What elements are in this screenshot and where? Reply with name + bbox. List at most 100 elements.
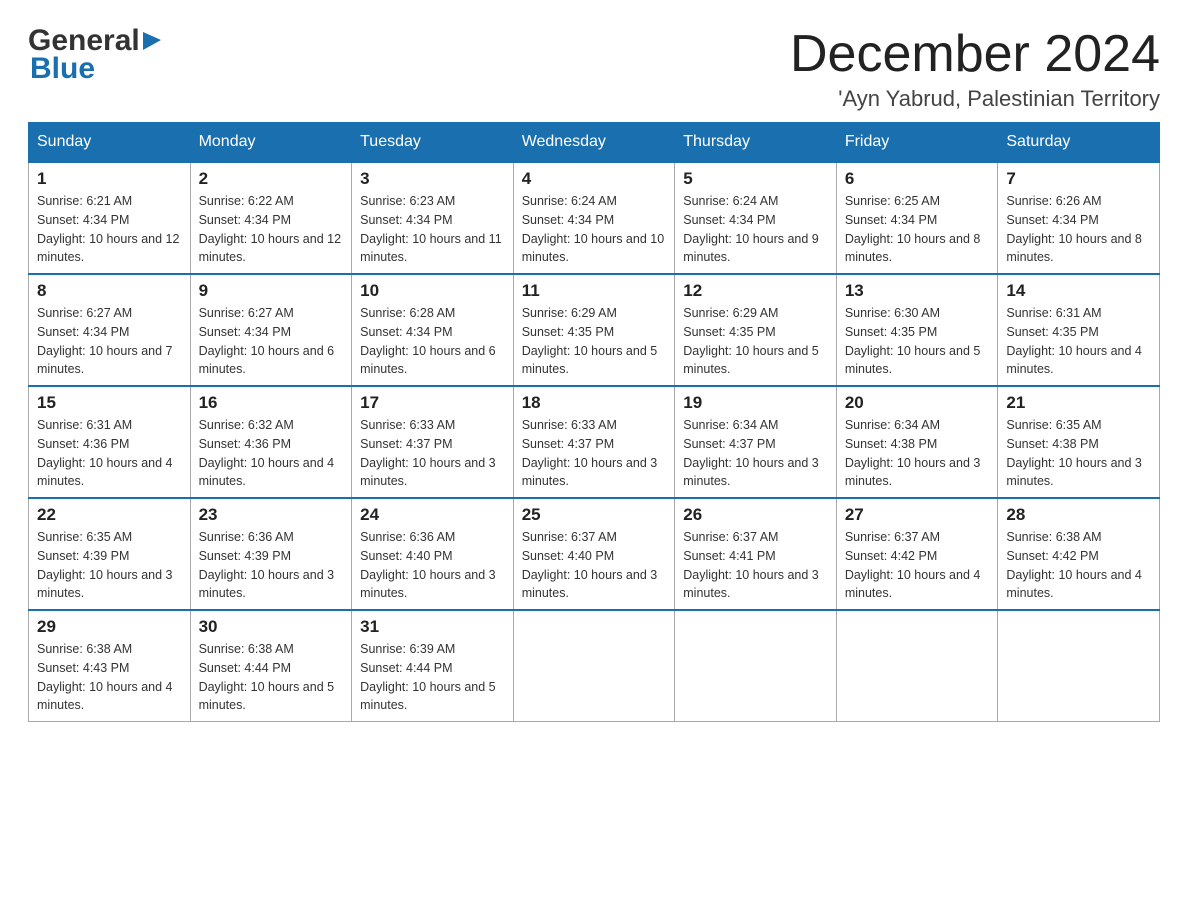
calendar-cell: 23 Sunrise: 6:36 AMSunset: 4:39 PMDaylig… (190, 498, 352, 610)
calendar-cell: 31 Sunrise: 6:39 AMSunset: 4:44 PMDaylig… (352, 610, 514, 722)
day-number: 8 (37, 281, 182, 301)
calendar-cell (675, 610, 837, 722)
calendar-cell: 7 Sunrise: 6:26 AMSunset: 4:34 PMDayligh… (998, 162, 1160, 274)
col-saturday: Saturday (998, 123, 1160, 163)
calendar-cell: 24 Sunrise: 6:36 AMSunset: 4:40 PMDaylig… (352, 498, 514, 610)
day-info: Sunrise: 6:36 AMSunset: 4:39 PMDaylight:… (199, 530, 335, 600)
calendar-cell: 4 Sunrise: 6:24 AMSunset: 4:34 PMDayligh… (513, 162, 675, 274)
day-info: Sunrise: 6:35 AMSunset: 4:38 PMDaylight:… (1006, 418, 1142, 488)
logo: General Blue (28, 24, 165, 86)
calendar-cell (836, 610, 998, 722)
day-number: 27 (845, 505, 990, 525)
day-info: Sunrise: 6:21 AMSunset: 4:34 PMDaylight:… (37, 194, 179, 264)
calendar-cell: 1 Sunrise: 6:21 AMSunset: 4:34 PMDayligh… (29, 162, 191, 274)
col-wednesday: Wednesday (513, 123, 675, 163)
calendar-cell: 20 Sunrise: 6:34 AMSunset: 4:38 PMDaylig… (836, 386, 998, 498)
calendar-cell: 17 Sunrise: 6:33 AMSunset: 4:37 PMDaylig… (352, 386, 514, 498)
title-section: December 2024 'Ayn Yabrud, Palestinian T… (790, 24, 1160, 112)
day-number: 31 (360, 617, 505, 637)
day-info: Sunrise: 6:34 AMSunset: 4:38 PMDaylight:… (845, 418, 981, 488)
calendar-cell: 6 Sunrise: 6:25 AMSunset: 4:34 PMDayligh… (836, 162, 998, 274)
day-info: Sunrise: 6:38 AMSunset: 4:44 PMDaylight:… (199, 642, 335, 712)
day-number: 2 (199, 169, 344, 189)
day-info: Sunrise: 6:24 AMSunset: 4:34 PMDaylight:… (683, 194, 819, 264)
day-info: Sunrise: 6:38 AMSunset: 4:43 PMDaylight:… (37, 642, 173, 712)
calendar-cell: 10 Sunrise: 6:28 AMSunset: 4:34 PMDaylig… (352, 274, 514, 386)
day-info: Sunrise: 6:38 AMSunset: 4:42 PMDaylight:… (1006, 530, 1142, 600)
week-row-1: 1 Sunrise: 6:21 AMSunset: 4:34 PMDayligh… (29, 162, 1160, 274)
col-thursday: Thursday (675, 123, 837, 163)
col-sunday: Sunday (29, 123, 191, 163)
day-info: Sunrise: 6:30 AMSunset: 4:35 PMDaylight:… (845, 306, 981, 376)
calendar-cell: 21 Sunrise: 6:35 AMSunset: 4:38 PMDaylig… (998, 386, 1160, 498)
day-info: Sunrise: 6:35 AMSunset: 4:39 PMDaylight:… (37, 530, 173, 600)
col-friday: Friday (836, 123, 998, 163)
calendar-cell: 12 Sunrise: 6:29 AMSunset: 4:35 PMDaylig… (675, 274, 837, 386)
calendar-cell: 22 Sunrise: 6:35 AMSunset: 4:39 PMDaylig… (29, 498, 191, 610)
calendar-cell: 14 Sunrise: 6:31 AMSunset: 4:35 PMDaylig… (998, 274, 1160, 386)
day-info: Sunrise: 6:33 AMSunset: 4:37 PMDaylight:… (360, 418, 496, 488)
day-number: 19 (683, 393, 828, 413)
day-number: 26 (683, 505, 828, 525)
calendar-cell: 8 Sunrise: 6:27 AMSunset: 4:34 PMDayligh… (29, 274, 191, 386)
calendar-cell: 18 Sunrise: 6:33 AMSunset: 4:37 PMDaylig… (513, 386, 675, 498)
col-tuesday: Tuesday (352, 123, 514, 163)
week-row-2: 8 Sunrise: 6:27 AMSunset: 4:34 PMDayligh… (29, 274, 1160, 386)
day-info: Sunrise: 6:37 AMSunset: 4:40 PMDaylight:… (522, 530, 658, 600)
calendar-cell: 26 Sunrise: 6:37 AMSunset: 4:41 PMDaylig… (675, 498, 837, 610)
day-info: Sunrise: 6:39 AMSunset: 4:44 PMDaylight:… (360, 642, 496, 712)
day-info: Sunrise: 6:32 AMSunset: 4:36 PMDaylight:… (199, 418, 335, 488)
week-row-5: 29 Sunrise: 6:38 AMSunset: 4:43 PMDaylig… (29, 610, 1160, 722)
day-info: Sunrise: 6:31 AMSunset: 4:35 PMDaylight:… (1006, 306, 1142, 376)
day-number: 10 (360, 281, 505, 301)
day-number: 12 (683, 281, 828, 301)
calendar-cell: 29 Sunrise: 6:38 AMSunset: 4:43 PMDaylig… (29, 610, 191, 722)
day-info: Sunrise: 6:34 AMSunset: 4:37 PMDaylight:… (683, 418, 819, 488)
calendar-cell: 9 Sunrise: 6:27 AMSunset: 4:34 PMDayligh… (190, 274, 352, 386)
calendar-cell: 28 Sunrise: 6:38 AMSunset: 4:42 PMDaylig… (998, 498, 1160, 610)
calendar-cell: 15 Sunrise: 6:31 AMSunset: 4:36 PMDaylig… (29, 386, 191, 498)
day-number: 24 (360, 505, 505, 525)
calendar-cell: 16 Sunrise: 6:32 AMSunset: 4:36 PMDaylig… (190, 386, 352, 498)
day-info: Sunrise: 6:27 AMSunset: 4:34 PMDaylight:… (37, 306, 173, 376)
day-info: Sunrise: 6:27 AMSunset: 4:34 PMDaylight:… (199, 306, 335, 376)
day-number: 29 (37, 617, 182, 637)
day-info: Sunrise: 6:29 AMSunset: 4:35 PMDaylight:… (683, 306, 819, 376)
day-info: Sunrise: 6:25 AMSunset: 4:34 PMDaylight:… (845, 194, 981, 264)
day-info: Sunrise: 6:24 AMSunset: 4:34 PMDaylight:… (522, 194, 664, 264)
day-info: Sunrise: 6:33 AMSunset: 4:37 PMDaylight:… (522, 418, 658, 488)
day-number: 13 (845, 281, 990, 301)
calendar-cell: 5 Sunrise: 6:24 AMSunset: 4:34 PMDayligh… (675, 162, 837, 274)
calendar-cell: 2 Sunrise: 6:22 AMSunset: 4:34 PMDayligh… (190, 162, 352, 274)
day-number: 22 (37, 505, 182, 525)
calendar-table: Sunday Monday Tuesday Wednesday Thursday… (28, 122, 1160, 722)
day-info: Sunrise: 6:23 AMSunset: 4:34 PMDaylight:… (360, 194, 502, 264)
day-number: 16 (199, 393, 344, 413)
calendar-cell: 13 Sunrise: 6:30 AMSunset: 4:35 PMDaylig… (836, 274, 998, 386)
day-number: 17 (360, 393, 505, 413)
day-number: 23 (199, 505, 344, 525)
day-number: 18 (522, 393, 667, 413)
day-info: Sunrise: 6:28 AMSunset: 4:34 PMDaylight:… (360, 306, 496, 376)
day-number: 30 (199, 617, 344, 637)
day-number: 14 (1006, 281, 1151, 301)
day-number: 5 (683, 169, 828, 189)
day-info: Sunrise: 6:22 AMSunset: 4:34 PMDaylight:… (199, 194, 341, 264)
day-number: 7 (1006, 169, 1151, 189)
day-number: 20 (845, 393, 990, 413)
calendar-cell (513, 610, 675, 722)
day-number: 15 (37, 393, 182, 413)
day-info: Sunrise: 6:36 AMSunset: 4:40 PMDaylight:… (360, 530, 496, 600)
calendar-cell: 30 Sunrise: 6:38 AMSunset: 4:44 PMDaylig… (190, 610, 352, 722)
day-info: Sunrise: 6:37 AMSunset: 4:42 PMDaylight:… (845, 530, 981, 600)
day-number: 1 (37, 169, 182, 189)
day-number: 11 (522, 281, 667, 301)
location-title: 'Ayn Yabrud, Palestinian Territory (790, 86, 1160, 112)
calendar-cell: 25 Sunrise: 6:37 AMSunset: 4:40 PMDaylig… (513, 498, 675, 610)
calendar-cell: 11 Sunrise: 6:29 AMSunset: 4:35 PMDaylig… (513, 274, 675, 386)
day-info: Sunrise: 6:31 AMSunset: 4:36 PMDaylight:… (37, 418, 173, 488)
day-number: 25 (522, 505, 667, 525)
day-number: 9 (199, 281, 344, 301)
day-number: 4 (522, 169, 667, 189)
page-header: General Blue December 2024 'Ayn Yabrud, … (28, 24, 1160, 112)
